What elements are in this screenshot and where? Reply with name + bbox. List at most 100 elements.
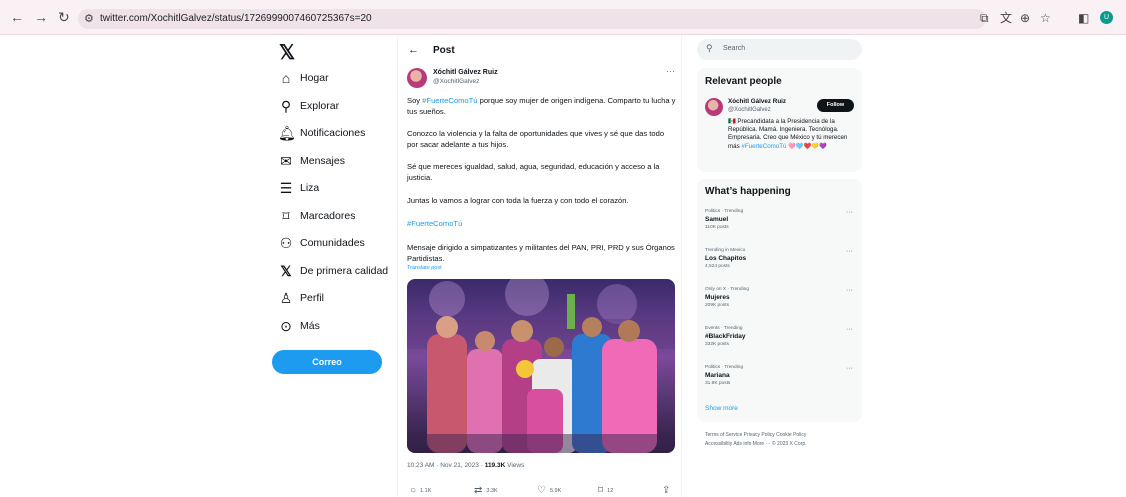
views-count: 119.3K — [484, 462, 506, 469]
back-arrow-icon[interactable]: ← — [408, 44, 419, 56]
nav-label: Más — [300, 320, 320, 332]
footer-line-2[interactable]: Accessibility Ads info More ··· © 2023 X… — [705, 440, 865, 449]
trend-item[interactable]: Trending in Mexico Los Chapitos 4,524 po… — [705, 248, 855, 269]
trend-name: Mujeres — [705, 294, 730, 301]
nav-item-lists[interactable]: ☰ Liza — [278, 178, 320, 198]
tweet-paragraph-1: Soy #FuerteComoTú porque soy mujer de or… — [407, 95, 677, 117]
home-icon: ⌂ — [281, 70, 291, 86]
nav-label: Hogar — [300, 72, 329, 84]
whats-happening-title: What’s happening — [705, 186, 791, 197]
post-actions: ○ 1.1K ⇄ 3.3K ♡ 5.9K ⌑ 12 ⇪ — [410, 485, 675, 497]
nav-item-explore[interactable]: ⚲ Explorar — [278, 96, 339, 116]
nav-item-profile[interactable]: ♙ Perfil — [278, 288, 324, 308]
address-bar[interactable]: ⚙ twitter.com/XochitlGalvez/status/17269… — [78, 9, 986, 29]
follow-button[interactable]: Follow — [817, 99, 854, 112]
hashtag-link[interactable]: #FuerteComoTú — [407, 218, 677, 229]
relevant-person-bio: 🇲🇽 Precandidata a la Presidencia de la R… — [728, 118, 858, 151]
relevant-person-handle[interactable]: @XochitlGalvez — [728, 107, 771, 113]
page-title: Post — [433, 44, 455, 56]
nav-label: Explorar — [300, 100, 340, 112]
relevant-person-avatar[interactable] — [705, 98, 723, 116]
bio-emoji: 🩷🩵❤️💛💜 — [786, 142, 827, 150]
nav-item-communities[interactable]: ⚇ Comunidades — [278, 233, 365, 253]
more-options-icon[interactable]: ··· — [846, 248, 853, 255]
forward-icon[interactable]: → — [34, 10, 48, 24]
trend-name: Samuel — [705, 216, 729, 223]
reload-icon[interactable]: ↻ — [58, 10, 70, 24]
more-options-icon[interactable]: ··· — [846, 365, 853, 372]
more-options-icon[interactable]: ··· — [846, 209, 853, 216]
bookmark-button[interactable]: ⌑ 12 — [598, 485, 613, 496]
zoom-icon[interactable]: ⊕ — [1020, 12, 1030, 24]
nav-label: Marcadores — [300, 210, 356, 222]
trend-context: Only on X · Trending — [705, 287, 749, 292]
site-settings-icon[interactable]: ⚙ — [84, 12, 94, 25]
more-circle-icon: ⊙ — [280, 317, 292, 334]
cast-icon[interactable]: ⧉ — [980, 12, 989, 24]
trend-name: #BlackFriday — [705, 333, 746, 340]
side-panel-icon[interactable]: ◧ — [1078, 12, 1089, 24]
like-count: 5.9K — [549, 487, 562, 494]
heart-icon: ♡ — [537, 485, 546, 496]
trend-count: 332K posts — [705, 342, 730, 347]
x-logo-icon[interactable]: 𝕏 — [279, 40, 295, 65]
footer-line-1[interactable]: Terms of Service Privacy Policy Cookie P… — [705, 431, 865, 440]
post-photo[interactable] — [407, 279, 675, 453]
bookmark-icon: ⌑ — [282, 207, 290, 224]
back-icon[interactable]: ← — [10, 10, 24, 24]
more-options-icon[interactable]: ··· — [846, 326, 853, 333]
like-button[interactable]: ♡ 5.9K — [537, 485, 561, 496]
trend-item[interactable]: Politics · Trending Samuel 110K posts ··… — [705, 209, 855, 230]
show-more-link[interactable]: Show more — [705, 405, 738, 412]
search-icon: ⚲ — [280, 97, 292, 114]
nav-label: Liza — [300, 182, 320, 194]
relevant-person-name[interactable]: Xóchitl Gálvez Ruiz — [728, 98, 786, 105]
nav-item-notifications[interactable]: 🔔︎ Notificaciones — [278, 123, 365, 143]
reply-button[interactable]: ○ 1.1K — [410, 485, 431, 496]
author-name[interactable]: Xóchitl Gálvez Ruiz — [433, 69, 498, 76]
bell-icon: 🔔︎ — [278, 124, 296, 141]
post-timestamp[interactable]: 10:23 AM · Nov 21, 2023 · — [407, 462, 485, 469]
tweet-text-run: Soy — [407, 96, 423, 105]
trend-item[interactable]: Only on X · Trending Mujeres 209K posts … — [705, 287, 855, 308]
bookmark-count: 12 — [607, 487, 614, 494]
trend-count: 209K posts — [705, 303, 730, 308]
profile-avatar[interactable]: U — [1100, 11, 1113, 24]
trend-item[interactable]: Politics · Trending Mariana 31.9K posts … — [705, 365, 855, 386]
trend-item[interactable]: Events · Trending #BlackFriday 332K post… — [705, 326, 855, 347]
hashtag-link[interactable]: #FuerteComoTú — [422, 96, 477, 105]
relevant-people-panel: Relevant people Xóchitl Gálvez Ruiz @Xoc… — [697, 68, 862, 172]
more-options-icon[interactable]: ··· — [666, 66, 675, 76]
trend-context: Trending in Mexico — [705, 248, 746, 253]
translate-icon[interactable]: 文 — [1000, 12, 1012, 24]
trend-context: Politics · Trending — [705, 209, 744, 214]
repost-button[interactable]: ⇄ 3.3K — [474, 485, 498, 496]
nav-item-messages[interactable]: ✉ Mensajes — [278, 151, 345, 171]
views-label: Views — [505, 462, 525, 469]
post-header: ← Post — [408, 44, 455, 56]
author-handle[interactable]: @XochitlGalvez — [433, 78, 479, 85]
nav-label: Perfil — [300, 292, 324, 304]
trend-count: 4,524 posts — [705, 264, 730, 269]
nav-item-premium[interactable]: 𝕏 De primera calidad — [278, 261, 388, 281]
nav-label: Mensajes — [300, 155, 345, 167]
nav-item-bookmarks[interactable]: ⌑ Marcadores — [278, 206, 355, 226]
trend-name: Mariana — [705, 372, 730, 379]
author-avatar[interactable] — [407, 68, 427, 88]
share-button[interactable]: ⇪ — [662, 485, 674, 496]
post-column: ← Post Xóchitl Gálvez Ruiz @XochitlGalve… — [397, 36, 682, 497]
translate-post-link[interactable]: Translate post — [407, 265, 442, 271]
repost-count: 3.3K — [486, 487, 498, 494]
footer-links: Terms of Service Privacy Policy Cookie P… — [705, 431, 865, 449]
url-text[interactable]: twitter.com/XochitlGalvez/status/1726999… — [100, 13, 372, 24]
hashtag-link[interactable]: #FuerteComoTú — [741, 143, 786, 150]
reply-icon: ○ — [410, 485, 417, 496]
nav-item-home[interactable]: ⌂ Hogar — [278, 68, 329, 88]
bookmark-star-icon[interactable]: ☆ — [1040, 12, 1051, 24]
search-input[interactable]: ⚲ Search — [697, 39, 862, 60]
nav-item-more[interactable]: ⊙ Más — [278, 316, 320, 336]
post-button[interactable]: Correo — [272, 350, 382, 374]
browser-toolbar: ← → ↻ ⚙ twitter.com/XochitlGalvez/status… — [0, 0, 1126, 35]
tweet-paragraph-3: Sé que mereces igualdad, salud, agua, se… — [407, 162, 660, 182]
more-options-icon[interactable]: ··· — [846, 287, 853, 294]
